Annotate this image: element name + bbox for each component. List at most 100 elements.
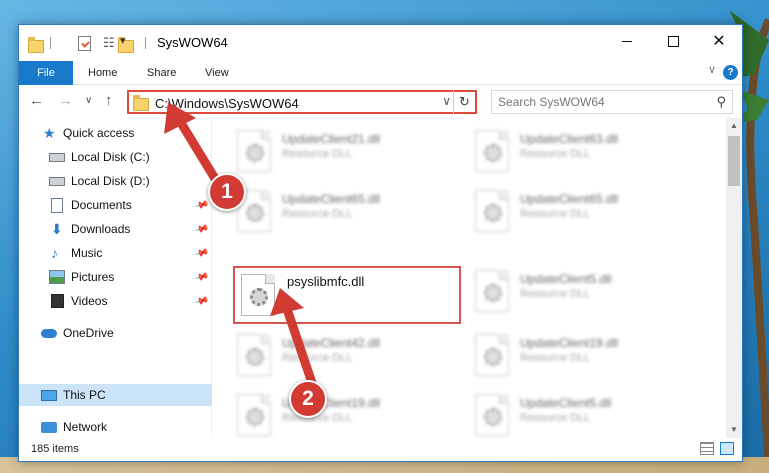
pin-icon[interactable]: 📌 xyxy=(193,197,209,213)
file-type: Resource DLL xyxy=(520,352,591,364)
file-item[interactable]: UpdateClient19.dll Resource DLL xyxy=(471,332,711,380)
maximize-button[interactable] xyxy=(650,25,696,57)
divider xyxy=(50,37,51,49)
file-name: UpdateClient65.dll xyxy=(520,192,619,206)
dll-file-icon xyxy=(241,274,275,316)
dll-file-icon xyxy=(237,130,271,172)
expand-ribbon-icon[interactable]: ∨ xyxy=(708,63,716,76)
search-input[interactable] xyxy=(492,91,707,113)
close-button[interactable]: ✕ xyxy=(696,25,742,57)
item-count: 185 items xyxy=(31,443,79,455)
sidebar-item-this-pc[interactable]: This PC xyxy=(19,384,212,406)
address-path[interactable]: C:\Windows\SysWOW64 xyxy=(155,96,299,111)
sidebar-item-label: Local Disk (C:) xyxy=(71,150,150,164)
sidebar-item-local-disk-d[interactable]: Local Disk (D:) xyxy=(19,170,212,192)
tab-view[interactable]: View xyxy=(205,67,229,79)
forward-arrow-icon[interactable]: → xyxy=(58,92,73,109)
file-type: Resource DLL xyxy=(282,352,353,364)
drive-icon xyxy=(49,153,65,162)
sidebar-item-network[interactable]: Network xyxy=(19,416,212,438)
file-explorer-window: ☷ ▾ SysWOW64 ✕ File Home Share View ∨ ? … xyxy=(18,24,743,462)
scroll-up-icon[interactable]: ▲ xyxy=(726,118,742,134)
file-type: Resource DLL xyxy=(520,288,591,300)
navigation-pane: ★ Quick access Local Disk (C:) Local Dis… xyxy=(19,118,212,438)
tab-share[interactable]: Share xyxy=(147,67,176,79)
sidebar-item-music[interactable]: ♪ Music 📌 xyxy=(19,242,212,264)
ribbon-tabs: File Home Share View ∨ ? xyxy=(19,61,742,85)
minimize-button[interactable] xyxy=(604,25,650,57)
star-icon: ★ xyxy=(43,125,56,141)
dll-file-icon xyxy=(475,190,509,232)
file-name: UpdateClient5.dll xyxy=(520,396,612,410)
sidebar-item-label: Downloads xyxy=(71,222,131,236)
sidebar-item-onedrive[interactable]: OneDrive xyxy=(19,322,212,344)
downloads-icon: ⬇ xyxy=(51,221,63,237)
file-item[interactable]: UpdateClient5.dll Resource DLL xyxy=(471,392,711,438)
file-name: psyslibmfc.dll xyxy=(287,274,365,289)
sidebar-item-downloads[interactable]: ⬇ Downloads 📌 xyxy=(19,218,212,240)
gear-icon xyxy=(484,144,502,162)
network-icon xyxy=(41,421,57,433)
window-title: SysWOW64 xyxy=(157,35,228,50)
large-icons-view-icon[interactable] xyxy=(720,442,734,455)
sidebar-item-local-disk-c[interactable]: Local Disk (C:) xyxy=(19,146,212,168)
vertical-scrollbar[interactable]: ▲ ▼ xyxy=(726,118,742,438)
address-dropdown-icon[interactable]: ∨ xyxy=(442,94,451,108)
up-arrow-icon[interactable]: ↑ xyxy=(105,92,113,109)
file-name: UpdateClient63.dll xyxy=(520,132,619,146)
search-box[interactable]: ⚲ xyxy=(491,90,733,114)
sidebar-item-videos[interactable]: Videos 📌 xyxy=(19,290,212,312)
file-item[interactable]: UpdateClient63.dll Resource DLL xyxy=(471,128,711,176)
pin-icon[interactable]: 📌 xyxy=(193,245,209,261)
recent-locations-icon[interactable]: ∨ xyxy=(85,95,92,106)
sidebar-item-label: Music xyxy=(71,246,103,260)
file-item[interactable]: UpdateClient19.dll Resource DLL xyxy=(233,392,473,438)
file-item-highlighted[interactable]: psyslibmfc.dll xyxy=(233,266,461,324)
gear-icon xyxy=(246,348,264,366)
tab-home[interactable]: Home xyxy=(88,67,117,79)
details-view-icon[interactable] xyxy=(700,442,714,455)
sidebar-item-label: Local Disk (D:) xyxy=(71,174,150,188)
scrollbar-thumb[interactable] xyxy=(728,136,740,186)
step-1-badge: 1 xyxy=(208,173,246,211)
dll-file-icon xyxy=(475,130,509,172)
sidebar-item-label: Documents xyxy=(71,198,132,212)
gear-icon xyxy=(246,144,264,162)
file-item[interactable]: UpdateClient65.dll Resource DLL xyxy=(471,188,711,236)
drive-icon xyxy=(49,177,65,186)
sidebar-item-documents[interactable]: Documents 📌 xyxy=(19,194,212,216)
onedrive-icon xyxy=(41,329,57,338)
address-bar[interactable]: C:\Windows\SysWOW64 ∨ ↻ xyxy=(127,90,477,114)
sidebar-item-label: Quick access xyxy=(63,126,135,140)
pin-icon[interactable]: 📌 xyxy=(193,269,209,285)
file-name: UpdateClient21.dll xyxy=(282,132,381,146)
sidebar-item-label: Network xyxy=(63,420,108,434)
sidebar-item-label: This PC xyxy=(63,388,106,402)
file-item[interactable]: UpdateClient21.dll Resource DLL xyxy=(233,128,473,176)
sidebar-item-pictures[interactable]: Pictures 📌 xyxy=(19,266,212,288)
divider xyxy=(145,37,146,49)
step-2-badge: 2 xyxy=(289,380,327,418)
back-arrow-icon[interactable]: ← xyxy=(29,92,44,109)
help-icon[interactable]: ? xyxy=(723,65,738,80)
sidebar-item-quick-access[interactable]: ★ Quick access xyxy=(19,122,212,144)
file-item[interactable]: UpdateClient42.dll Resource DLL xyxy=(233,332,473,380)
file-type: Resource DLL xyxy=(520,148,591,160)
file-item[interactable]: UpdateClient65.dll Resource DLL xyxy=(233,188,473,236)
pictures-icon xyxy=(49,270,65,284)
quick-access-dropdown-icon[interactable]: ▾ xyxy=(120,34,126,47)
customize-toolbar-icon[interactable]: ☷ xyxy=(103,35,115,51)
dll-file-icon xyxy=(237,394,271,436)
scroll-down-icon[interactable]: ▼ xyxy=(726,422,742,438)
refresh-icon[interactable]: ↻ xyxy=(453,90,475,114)
search-icon: ⚲ xyxy=(716,94,726,109)
pin-icon[interactable]: 📌 xyxy=(193,293,209,309)
status-bar: 185 items xyxy=(19,438,742,461)
sidebar-item-label: Pictures xyxy=(71,270,115,284)
tab-file[interactable]: File xyxy=(19,61,73,85)
file-type: Resource DLL xyxy=(520,412,591,424)
properties-icon[interactable] xyxy=(78,36,92,51)
gear-icon xyxy=(484,408,502,426)
pin-icon[interactable]: 📌 xyxy=(193,221,209,237)
file-item[interactable]: UpdateClient5.dll Resource DLL xyxy=(471,268,711,316)
